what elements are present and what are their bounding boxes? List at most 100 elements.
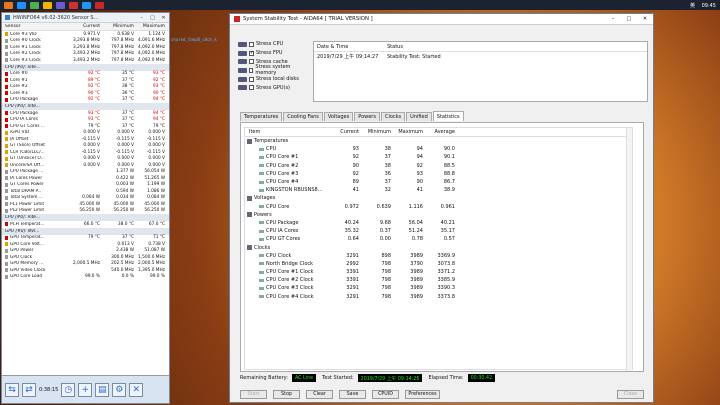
sensor-row[interactable]: Core #1 89 °C 37 °C 92 °C xyxy=(2,77,169,84)
sensor-row[interactable]: Core #2 92 °C 38 °C 93 °C xyxy=(2,84,169,91)
col-current[interactable]: Current xyxy=(64,24,100,29)
sensor-row[interactable]: Core #0 92 °C 35 °C 93 °C xyxy=(2,71,169,78)
clock-icon[interactable]: ◷ xyxy=(61,382,76,397)
sensor-row[interactable]: Core #3 90 °C 36 °C 90 °C xyxy=(2,90,169,97)
tray-clock[interactable]: 09:45 xyxy=(702,3,716,9)
settings-icon[interactable]: ⚙ xyxy=(112,382,127,397)
stats-row[interactable]: CPU Core #4 Clock 3291 798 3989 3373.8 xyxy=(245,293,632,301)
tab-unified[interactable]: Unified xyxy=(406,112,432,121)
sensor-row[interactable]: CPU Package 93 °C 37 °C 94 °C xyxy=(2,110,169,117)
close-icon[interactable]: ✕ xyxy=(158,15,169,21)
sensor-row[interactable]: PCH Temperat... 66.0 °C 38.0 °C 67.0 °C xyxy=(2,221,169,228)
sensor-row[interactable]: GPU Temperat... 79 °C 37 °C 71 °C xyxy=(2,235,169,242)
minimize-icon[interactable]: – xyxy=(605,16,621,22)
sensor-row[interactable]: CLR (CBo/LLC/... -0.115 V -0.115 V -0.115 V xyxy=(2,149,169,156)
report-icon[interactable]: ▤ xyxy=(95,382,110,397)
sensor-row[interactable]: Core #1 Clock 3,293.8 MHz 797.8 MHz 4,092.0… xyxy=(2,44,169,51)
stats-row[interactable]: CPU Core #3 Clock 3291 798 3989 3390.3 xyxy=(245,284,632,292)
sensor-group[interactable]: CPU [#0]: Inte... xyxy=(2,63,169,71)
nav-arrows-icon[interactable]: ⇄ xyxy=(22,382,36,397)
stats-group[interactable]: Temperatures xyxy=(245,137,632,145)
close-button[interactable]: Close xyxy=(617,389,644,399)
stats-group[interactable]: Powers xyxy=(245,211,632,219)
status-row[interactable]: 2019/7/29 上午 09:14:27 Stability Test: St… xyxy=(314,52,647,61)
stress-option[interactable]: Stress GPU(s) xyxy=(238,83,310,92)
sensor-row[interactable]: GT (Slice) Offset 0.000 V 0.000 V 0.000 V xyxy=(2,143,169,150)
tab-temperatures[interactable]: Temperatures xyxy=(240,112,283,121)
taskbar-app-icon[interactable] xyxy=(82,1,91,9)
sensor-group[interactable]: CPU [#0]: Inte... xyxy=(2,214,169,221)
stats-row[interactable]: CPU GT Cores 0.64 0.00 0.78 0.57 xyxy=(245,235,632,243)
taskbar-app-icon[interactable] xyxy=(17,1,26,9)
tab-cooling-fans[interactable]: Cooling Fans xyxy=(283,112,323,121)
taskbar-app-icon[interactable] xyxy=(4,1,13,9)
maximize-icon[interactable]: □ xyxy=(147,15,158,21)
save-button[interactable]: Save xyxy=(339,389,366,399)
stop-button[interactable]: Stop xyxy=(273,389,300,399)
sensor-row[interactable]: GT (Unslice) O... 0.000 V 0.000 V 0.000 V xyxy=(2,156,169,163)
sensor-row[interactable]: PL2 Power Limit 56.250 W 56.250 W 56.250 W xyxy=(2,208,169,215)
sensor-row[interactable]: Core #2 Clock 3,493.2 MHz 797.8 MHz 4,092.0… xyxy=(2,51,169,58)
sensor-row[interactable]: CPU GT Cores ... 79 °C 37 °C 79 °C xyxy=(2,123,169,130)
stats-row[interactable]: CPU 93 38 94 90.0 xyxy=(245,145,632,153)
stress-checkbox[interactable] xyxy=(249,41,254,47)
sensor-group[interactable]: GPU [#0]: NVI... xyxy=(2,227,169,235)
clear-button[interactable]: Clear xyxy=(306,389,333,399)
hwinfo-sensor-list[interactable]: Core #3 VID 0.971 V 0.638 V 1.124 V Core #0 … xyxy=(2,31,169,280)
stress-checkbox[interactable] xyxy=(248,67,254,73)
stats-row[interactable]: North Bridge Clock 2992 798 3790 3073.8 xyxy=(245,260,632,268)
sensor-row[interactable]: iGPU VID 0.000 V 0.000 V 0.000 V xyxy=(2,130,169,137)
stress-checkbox[interactable] xyxy=(249,50,254,56)
stress-checkbox[interactable] xyxy=(249,59,254,65)
tab-powers[interactable]: Powers xyxy=(354,112,380,121)
sensor-row[interactable]: Core #3 VID 0.971 V 0.638 V 1.124 V xyxy=(2,31,169,38)
col-sensor[interactable]: Sensor xyxy=(2,24,64,29)
sensor-row[interactable]: PL1 Power Limit 45.000 W 45.000 W 45.000 W xyxy=(2,201,169,208)
cpuid-button[interactable]: CPUID xyxy=(372,389,399,399)
close-sensors-icon[interactable]: ✕ xyxy=(129,382,144,397)
taskbar-app-icon[interactable] xyxy=(69,1,78,9)
sensor-row[interactable]: GPU Memory ... 2,000.5 MHz 202.5 MHz 2,000.… xyxy=(2,261,169,268)
tab-voltages[interactable]: Voltages xyxy=(323,112,354,121)
taskbar-app-icon[interactable] xyxy=(43,1,52,9)
stats-row[interactable]: CPU Core #2 Clock 3391 798 3989 3385.9 xyxy=(245,276,632,284)
nav-left-right-icon[interactable]: ⇆ xyxy=(5,382,19,397)
stats-row[interactable]: CPU Core #3 92 36 93 88.8 xyxy=(245,170,632,178)
stats-row[interactable]: KINGSTON RBUSNS8... 41 32 41 38.9 xyxy=(245,186,632,194)
tab-clocks[interactable]: Clocks xyxy=(380,112,406,121)
minimize-icon[interactable]: – xyxy=(136,15,147,21)
sensor-row[interactable]: CPU IA Cores 93 °C 37 °C 94 °C xyxy=(2,117,169,124)
tray-language[interactable]: 英 xyxy=(690,3,695,9)
start-button[interactable]: Start xyxy=(240,389,267,399)
stress-option[interactable]: Stress CPU xyxy=(238,40,310,49)
stats-row[interactable]: CPU Core #1 Clock 3391 798 3989 3371.2 xyxy=(245,268,632,276)
stats-group[interactable]: Clocks xyxy=(245,243,632,251)
taskbar-app-icon[interactable] xyxy=(95,1,104,9)
tab-statistics[interactable]: Statistics xyxy=(432,111,464,121)
sensor-row[interactable]: CPU Package 92 °C 37 °C 94 °C xyxy=(2,97,169,104)
sensor-row[interactable]: Total System ... 0.064 W 0.034 W 0.084 W xyxy=(2,195,169,202)
add-icon[interactable]: + xyxy=(78,382,93,397)
stats-scrollbar[interactable] xyxy=(626,128,632,371)
sensor-row[interactable]: Core #0 Clock 3,293.8 MHz 797.8 MHz 4,091.6… xyxy=(2,38,169,45)
sensor-row[interactable]: IA Offset -0.115 V -0.115 V -0.115 V xyxy=(2,136,169,143)
stats-row[interactable]: CPU IA Cores 35.32 0.37 51.24 35.17 xyxy=(245,227,632,235)
col-minimum[interactable]: Minimum xyxy=(100,24,134,29)
stats-row[interactable]: CPU Core 0.972 0.639 1.116 0.961 xyxy=(245,203,632,211)
stats-row[interactable]: CPU Core #4 89 37 90 86.7 xyxy=(245,178,632,186)
stats-row[interactable]: CPU Core #1 92 37 94 90.1 xyxy=(245,153,632,161)
stress-option[interactable]: Stress system memory xyxy=(238,64,310,76)
stats-row[interactable]: CPU Clock 3291 898 3989 3369.9 xyxy=(245,252,632,260)
sensor-group[interactable]: CPU [#0]: Inte... xyxy=(2,103,169,110)
sensor-row[interactable]: Uncore/SA Off... 0.000 V 0.000 V 0.000 V xyxy=(2,162,169,169)
col-maximum[interactable]: Maximum xyxy=(134,24,168,29)
stats-row[interactable]: CPU Core #2 90 38 92 88.5 xyxy=(245,162,632,170)
preferences-button[interactable]: Preferences xyxy=(405,389,440,399)
taskbar-app-icon[interactable] xyxy=(56,1,65,9)
sensor-row[interactable]: GPU Core Load 99.0 % 0.0 % 99.0 % xyxy=(2,274,169,281)
close-icon[interactable]: ✕ xyxy=(637,16,653,22)
stress-checkbox[interactable] xyxy=(249,76,254,82)
stats-group[interactable]: Voltages xyxy=(245,194,632,202)
stress-option[interactable]: Stress FPU xyxy=(238,49,310,58)
maximize-icon[interactable]: □ xyxy=(621,16,637,22)
